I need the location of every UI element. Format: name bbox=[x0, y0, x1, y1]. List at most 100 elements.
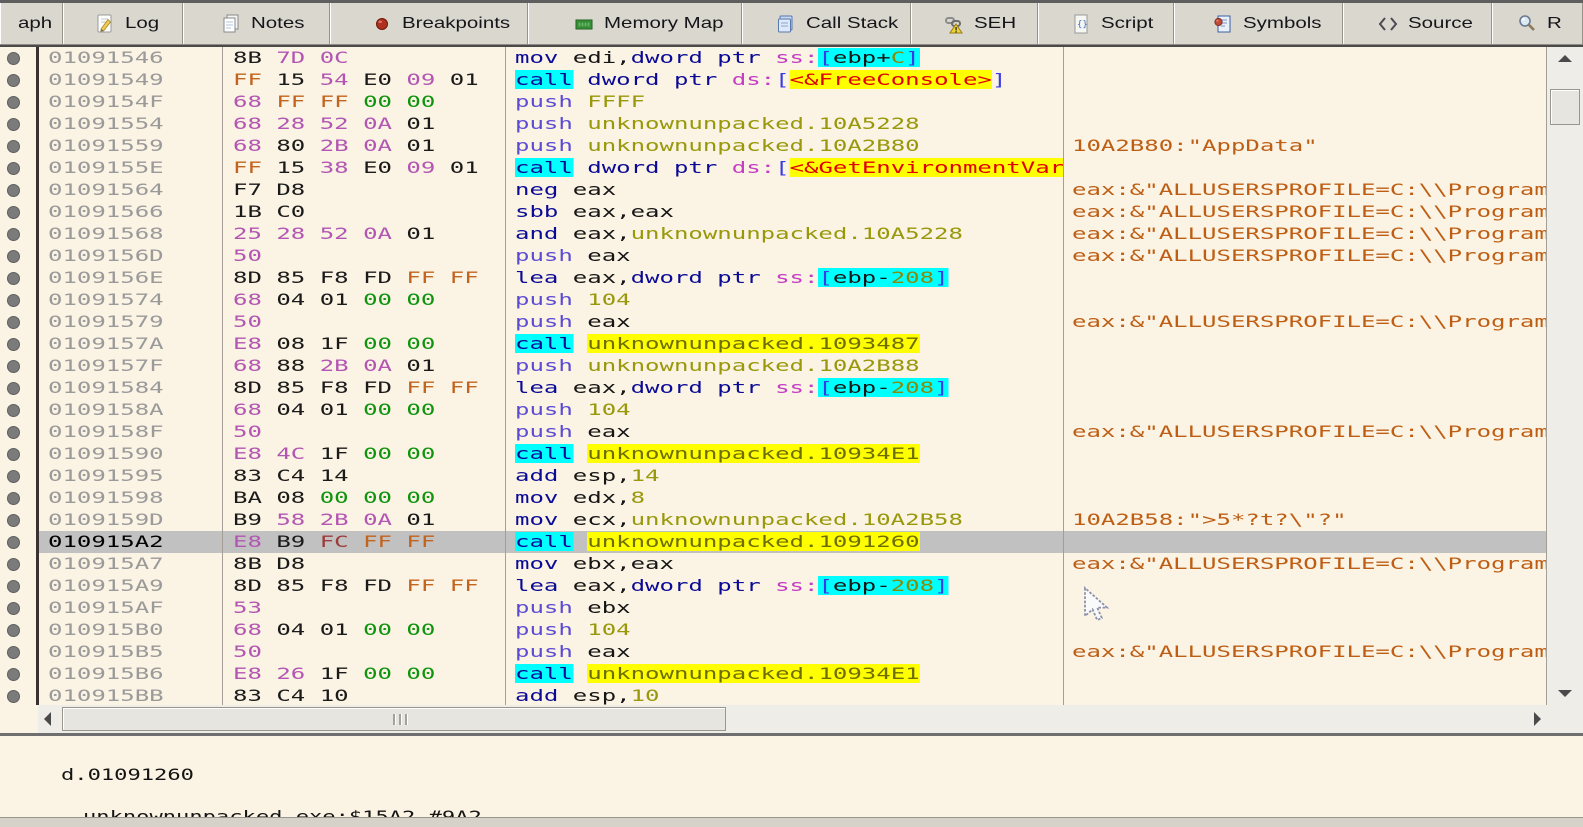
bytes-cell[interactable]: E8 B9 FC FF FF bbox=[233, 531, 503, 553]
instruction-cell[interactable]: call dword ptr ds:[<&FreeConsole>] bbox=[515, 69, 1063, 91]
instruction-cell[interactable]: lea eax,dword ptr ss:[ebp-208] bbox=[515, 377, 1063, 399]
address-cell[interactable]: 010915AF bbox=[48, 597, 222, 619]
address-cell[interactable]: 01091568 bbox=[48, 223, 222, 245]
comment-cell[interactable]: eax:&"ALLUSERSPROFILE=C:\\ProgramD bbox=[1072, 421, 1546, 443]
breakpoint-dot[interactable] bbox=[7, 272, 20, 285]
bytes-cell[interactable]: 1B C0 bbox=[233, 201, 503, 223]
breakpoint-dot[interactable] bbox=[7, 426, 20, 439]
address-cell[interactable]: 010915BB bbox=[48, 685, 222, 705]
instruction-cell[interactable]: call unknownunpacked.10934E1 bbox=[515, 443, 1063, 465]
address-cell[interactable]: 0109159D bbox=[48, 509, 222, 531]
bytes-cell[interactable]: 68 80 2B 0A 01 bbox=[233, 135, 503, 157]
tab-memory-map[interactable]: Memory Map bbox=[528, 3, 742, 44]
bytes-cell[interactable]: 68 88 2B 0A 01 bbox=[233, 355, 503, 377]
instruction-cell[interactable]: push FFFF bbox=[515, 91, 1063, 113]
address-cell[interactable]: 01091559 bbox=[48, 135, 222, 157]
instruction-cell[interactable]: call unknownunpacked.1091260 bbox=[515, 531, 1063, 553]
address-cell[interactable]: 01091566 bbox=[48, 201, 222, 223]
disassembly-view[interactable]: 010915468B 7D 0Cmov edi,dword ptr ss:[eb… bbox=[0, 45, 1583, 705]
instruction-cell[interactable]: mov ecx,unknownunpacked.10A2B58 bbox=[515, 509, 1063, 531]
breakpoint-dot[interactable] bbox=[7, 162, 20, 175]
address-cell[interactable]: 0109158F bbox=[48, 421, 222, 443]
breakpoint-dot[interactable] bbox=[7, 206, 20, 219]
scrollbar-thumb-vertical[interactable] bbox=[1550, 89, 1580, 125]
breakpoint-dot[interactable] bbox=[7, 492, 20, 505]
address-cell[interactable]: 0109154F bbox=[48, 91, 222, 113]
bytes-cell[interactable]: FF 15 54 E0 09 01 bbox=[233, 69, 503, 91]
address-cell[interactable]: 0109156D bbox=[48, 245, 222, 267]
scroll-left-arrow[interactable] bbox=[44, 712, 51, 726]
comment-cell[interactable]: eax:&"ALLUSERSPROFILE=C:\\ProgramD bbox=[1072, 553, 1546, 575]
breakpoint-dot[interactable] bbox=[7, 360, 20, 373]
address-cell[interactable]: 0109155E bbox=[48, 157, 222, 179]
comment-cell[interactable]: eax:&"ALLUSERSPROFILE=C:\\ProgramD bbox=[1072, 223, 1546, 245]
instruction-cell[interactable]: push eax bbox=[515, 245, 1063, 267]
instruction-cell[interactable]: mov edx,8 bbox=[515, 487, 1063, 509]
bytes-cell[interactable]: BA 08 00 00 00 bbox=[233, 487, 503, 509]
address-cell[interactable]: 010915A7 bbox=[48, 553, 222, 575]
breakpoint-dot[interactable] bbox=[7, 338, 20, 351]
address-cell[interactable]: 01091554 bbox=[48, 113, 222, 135]
breakpoint-dot[interactable] bbox=[7, 52, 20, 65]
bytes-cell[interactable]: 50 bbox=[233, 311, 503, 333]
instruction-cell[interactable]: call unknownunpacked.1093487 bbox=[515, 333, 1063, 355]
bytes-cell[interactable]: 8D 85 F8 FD FF FF bbox=[233, 575, 503, 597]
bytes-cell[interactable]: 68 04 01 00 00 bbox=[233, 619, 503, 641]
breakpoint-dot[interactable] bbox=[7, 404, 20, 417]
scrollbar-thumb-horizontal[interactable] bbox=[62, 707, 726, 731]
comment-cell[interactable]: eax:&"ALLUSERSPROFILE=C:\\ProgramD bbox=[1072, 179, 1546, 201]
bytes-cell[interactable]: F7 D8 bbox=[233, 179, 503, 201]
comment-cell[interactable]: eax:&"ALLUSERSPROFILE=C:\\ProgramD bbox=[1072, 311, 1546, 333]
bytes-cell[interactable]: 68 04 01 00 00 bbox=[233, 399, 503, 421]
tab-references[interactable]: R bbox=[1492, 3, 1583, 44]
breakpoint-dot[interactable] bbox=[7, 558, 20, 571]
tab-log[interactable]: Log bbox=[63, 3, 183, 44]
breakpoint-dot[interactable] bbox=[7, 294, 20, 307]
address-cell[interactable]: 010915B0 bbox=[48, 619, 222, 641]
instruction-cell[interactable]: push 104 bbox=[515, 399, 1063, 421]
address-cell[interactable]: 010915B6 bbox=[48, 663, 222, 685]
address-cell[interactable]: 01091590 bbox=[48, 443, 222, 465]
instruction-cell[interactable]: and eax,unknownunpacked.10A5228 bbox=[515, 223, 1063, 245]
scroll-right-arrow[interactable] bbox=[1534, 712, 1541, 726]
instruction-cell[interactable]: lea eax,dword ptr ss:[ebp-208] bbox=[515, 575, 1063, 597]
bytes-cell[interactable]: E8 26 1F 00 00 bbox=[233, 663, 503, 685]
address-cell[interactable]: 0109156E bbox=[48, 267, 222, 289]
tab-notes[interactable]: Notes bbox=[183, 3, 330, 44]
comment-cell[interactable]: 10A2B58:">5*?t?\"?" bbox=[1072, 509, 1546, 531]
address-cell[interactable]: 01091574 bbox=[48, 289, 222, 311]
scroll-down-arrow[interactable] bbox=[1558, 690, 1572, 697]
comment-cell[interactable]: 10A2B80:"AppData" bbox=[1072, 135, 1546, 157]
breakpoint-dot[interactable] bbox=[7, 228, 20, 241]
bytes-cell[interactable]: 53 bbox=[233, 597, 503, 619]
instruction-cell[interactable]: mov edi,dword ptr ss:[ebp+C] bbox=[515, 47, 1063, 69]
tab-symbols[interactable]: Symbols bbox=[1174, 3, 1343, 44]
breakpoint-dot[interactable] bbox=[7, 316, 20, 329]
bytes-cell[interactable]: 50 bbox=[233, 641, 503, 663]
breakpoint-dot[interactable] bbox=[7, 580, 20, 593]
instruction-cell[interactable]: push unknownunpacked.10A2B80 bbox=[515, 135, 1063, 157]
address-cell[interactable]: 010915A2 bbox=[48, 531, 222, 553]
scroll-up-arrow[interactable] bbox=[1558, 55, 1572, 62]
instruction-cell[interactable]: sbb eax,eax bbox=[515, 201, 1063, 223]
address-cell[interactable]: 0109157F bbox=[48, 355, 222, 377]
instruction-cell[interactable]: add esp,14 bbox=[515, 465, 1063, 487]
instruction-cell[interactable]: push eax bbox=[515, 641, 1063, 663]
breakpoint-dot[interactable] bbox=[7, 448, 20, 461]
address-cell[interactable]: 0109158A bbox=[48, 399, 222, 421]
instruction-cell[interactable]: push eax bbox=[515, 421, 1063, 443]
breakpoint-dot[interactable] bbox=[7, 690, 20, 703]
bytes-cell[interactable]: E8 08 1F 00 00 bbox=[233, 333, 503, 355]
bytes-cell[interactable]: 50 bbox=[233, 245, 503, 267]
breakpoint-dot[interactable] bbox=[7, 250, 20, 263]
address-cell[interactable]: 01091579 bbox=[48, 311, 222, 333]
address-cell[interactable]: 0109157A bbox=[48, 333, 222, 355]
breakpoint-dot[interactable] bbox=[7, 514, 20, 527]
breakpoint-dot[interactable] bbox=[7, 118, 20, 131]
instruction-cell[interactable]: push unknownunpacked.10A5228 bbox=[515, 113, 1063, 135]
bytes-cell[interactable]: 68 28 52 0A 01 bbox=[233, 113, 503, 135]
instruction-cell[interactable]: mov ebx,eax bbox=[515, 553, 1063, 575]
vertical-scrollbar[interactable] bbox=[1547, 47, 1583, 705]
address-cell[interactable]: 01091546 bbox=[48, 47, 222, 69]
instruction-cell[interactable]: push 104 bbox=[515, 619, 1063, 641]
